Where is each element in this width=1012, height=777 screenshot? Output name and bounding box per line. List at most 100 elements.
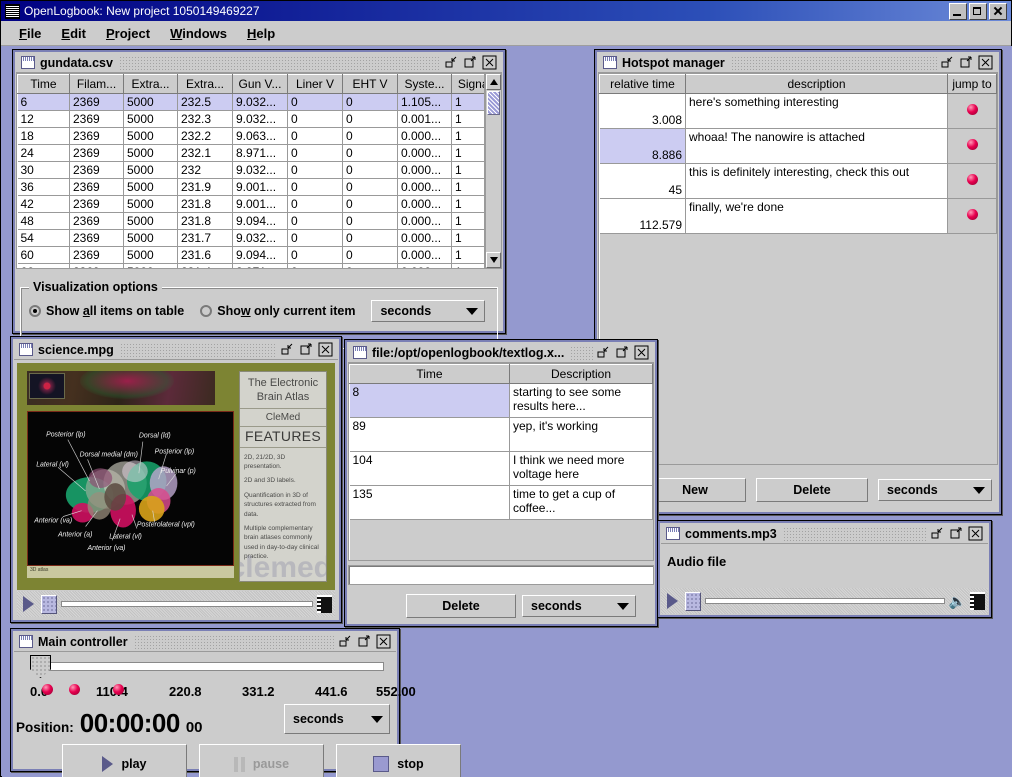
close-icon[interactable] [482, 55, 497, 70]
iconify-icon[interactable] [338, 634, 353, 649]
timeline-hotspot-marker[interactable] [69, 684, 80, 695]
close-icon[interactable] [318, 342, 333, 357]
gundata-col-system[interactable]: Syste... [397, 74, 452, 94]
volume-icon[interactable]: 🔈 [949, 594, 966, 608]
hotspot-jump-button[interactable] [947, 198, 997, 234]
frame-controller-titlebar[interactable]: Main controller [14, 632, 396, 652]
frame-science-titlebar[interactable]: science.mpg [14, 340, 338, 360]
iconify-icon[interactable] [280, 342, 295, 357]
close-icon[interactable] [978, 55, 993, 70]
table-row[interactable]: 6 2369 5000 232.5 9.032... 0 0 1.105... 1 [17, 93, 484, 111]
table-row[interactable]: 45 this is definitely interesting, check… [599, 163, 997, 199]
minimize-button[interactable] [949, 2, 967, 20]
gundata-table[interactable]: Time Filam... Extra... Extra... Gun V...… [17, 74, 484, 268]
audio-media-controls[interactable]: 🔈 [661, 588, 988, 614]
frame-comments-audio[interactable]: comments.mp3 Audio file 🔈 [657, 520, 992, 618]
maximize-icon[interactable] [949, 526, 964, 541]
hotspot-new-button[interactable]: New [644, 478, 746, 502]
play-icon[interactable] [23, 596, 34, 612]
gundata-col-gunv[interactable]: Gun V... [232, 74, 288, 94]
iconify-icon[interactable] [444, 55, 459, 70]
table-row[interactable]: 89 yep, it's working [349, 417, 653, 452]
table-row[interactable]: 18 2369 5000 232.2 9.063... 0 0 0.000... 1 [17, 127, 484, 145]
maximize-button[interactable] [969, 2, 987, 20]
progress-track[interactable] [705, 598, 945, 604]
table-row[interactable]: 104 I think we need more voltage here [349, 451, 653, 486]
gundata-col-extra1[interactable]: Extra... [123, 74, 178, 94]
hotspot-table[interactable]: relative time description jump to 3.008 … [599, 74, 997, 464]
hotspot-jump-button[interactable] [947, 93, 997, 129]
slider-thumb[interactable] [30, 655, 51, 678]
textlog-table[interactable]: Time Description 8 starting to see some … [349, 364, 653, 560]
menu-help[interactable]: Help [237, 23, 285, 44]
iconify-icon[interactable] [596, 345, 611, 360]
table-row[interactable]: 60 2369 5000 231.6 9.094... 0 0 0.000... 1 [17, 246, 484, 264]
maximize-icon[interactable] [959, 55, 974, 70]
frame-comments-titlebar[interactable]: comments.mp3 [661, 524, 988, 544]
film-menu-icon[interactable] [317, 595, 332, 613]
textlog-delete-button[interactable]: Delete [406, 594, 516, 618]
controller-unit-combo[interactable]: seconds [284, 704, 390, 734]
frame-gundata-titlebar[interactable]: gundata.csv [16, 53, 502, 73]
table-row[interactable]: 36 2369 5000 231.9 9.001... 0 0 0.000... 1 [17, 178, 484, 196]
video-surface[interactable]: Posterior (lp) Dorsal medial (dm) Dorsal… [17, 363, 335, 590]
maximize-icon[interactable] [463, 55, 478, 70]
frame-main-controller[interactable]: Main controller 0.0 110.4 220.8 331.2 44… [10, 628, 461, 777]
gundata-col-filament[interactable]: Filam... [69, 74, 124, 94]
frame-gundata[interactable]: gundata.csv Time Filam... Extra... Extra… [12, 49, 506, 349]
play-icon[interactable] [667, 593, 678, 609]
frame-science-video[interactable]: science.mpg Posterior (lp) Dorsal medial… [10, 336, 342, 623]
menu-project[interactable]: Project [96, 23, 160, 44]
table-row[interactable]: 135 time to get a cup of coffee... [349, 485, 653, 520]
maximize-icon[interactable] [299, 342, 314, 357]
gundata-vertical-scrollbar[interactable] [485, 73, 502, 269]
radio-show-current-item[interactable]: Show only current item [200, 304, 355, 318]
timeline-hotspot-marker[interactable] [113, 684, 124, 695]
table-row[interactable]: 24 2369 5000 232.1 8.971... 0 0 0.000... 1 [17, 144, 484, 162]
menu-windows[interactable]: Windows [160, 23, 237, 44]
scroll-up-icon[interactable] [486, 74, 501, 90]
gundata-col-linerv[interactable]: Liner V [287, 74, 343, 94]
film-menu-icon[interactable] [970, 592, 985, 610]
pause-button[interactable]: pause [199, 744, 324, 777]
maximize-icon[interactable] [615, 345, 630, 360]
video-media-controls[interactable] [17, 591, 335, 617]
close-icon[interactable] [634, 345, 649, 360]
table-row[interactable]: 42 2369 5000 231.8 9.001... 0 0 0.000... 1 [17, 195, 484, 213]
menu-edit[interactable]: Edit [51, 23, 96, 44]
hotspot-delete-button[interactable]: Delete [756, 478, 868, 502]
table-row[interactable]: 8 starting to see some results here... [349, 383, 653, 418]
textlog-col-description[interactable]: Description [509, 364, 653, 384]
maximize-icon[interactable] [357, 634, 372, 649]
menu-file[interactable]: FFileile [9, 23, 51, 44]
table-row[interactable]: 112.579 finally, we're done [599, 198, 997, 234]
timeline-hotspot-marker[interactable] [42, 684, 53, 695]
scroll-down-icon[interactable] [486, 252, 501, 268]
table-row[interactable]: 12 2369 5000 232.3 9.032... 0 0 0.001... 1 [17, 110, 484, 128]
play-button[interactable]: play [62, 744, 187, 777]
radio-show-all-items[interactable]: Show all items on table [29, 304, 184, 318]
timeline-slider[interactable] [14, 652, 396, 682]
table-row[interactable]: 8.886 whoaa! The nanowire is attached [599, 128, 997, 164]
progress-thumb[interactable] [685, 591, 701, 611]
hotspot-col-description[interactable]: description [685, 74, 948, 94]
textlog-unit-combo[interactable]: seconds [522, 595, 636, 617]
frame-hotspot-titlebar[interactable]: Hotspot manager [598, 53, 998, 73]
table-row[interactable]: 3.008 here's something interesting [599, 93, 997, 129]
hotspot-unit-combo[interactable]: seconds [878, 479, 992, 501]
progress-thumb[interactable] [41, 594, 57, 614]
hotspot-col-jump-to[interactable]: jump to [947, 74, 997, 94]
table-row[interactable]: 54 2369 5000 231.7 9.032... 0 0 0.000... 1 [17, 229, 484, 247]
gundata-unit-combo[interactable]: seconds [371, 300, 486, 322]
table-row[interactable]: 30 2369 5000 232 9.032... 0 0 0.000... 1 [17, 161, 484, 179]
gundata-col-ehtv[interactable]: EHT V [342, 74, 398, 94]
table-row[interactable]: 48 2369 5000 231.8 9.094... 0 0 0.000... 1 [17, 212, 484, 230]
gundata-col-time[interactable]: Time [17, 74, 70, 94]
iconify-icon[interactable] [930, 526, 945, 541]
hotspot-jump-button[interactable] [947, 128, 997, 164]
close-button[interactable] [989, 2, 1007, 20]
gundata-col-signal[interactable]: Signal [451, 74, 484, 94]
frame-textlog-titlebar[interactable]: file:/opt/openlogbook/textlog.x... [348, 343, 654, 363]
stop-button[interactable]: stop [336, 744, 461, 777]
iconify-icon[interactable] [940, 55, 955, 70]
